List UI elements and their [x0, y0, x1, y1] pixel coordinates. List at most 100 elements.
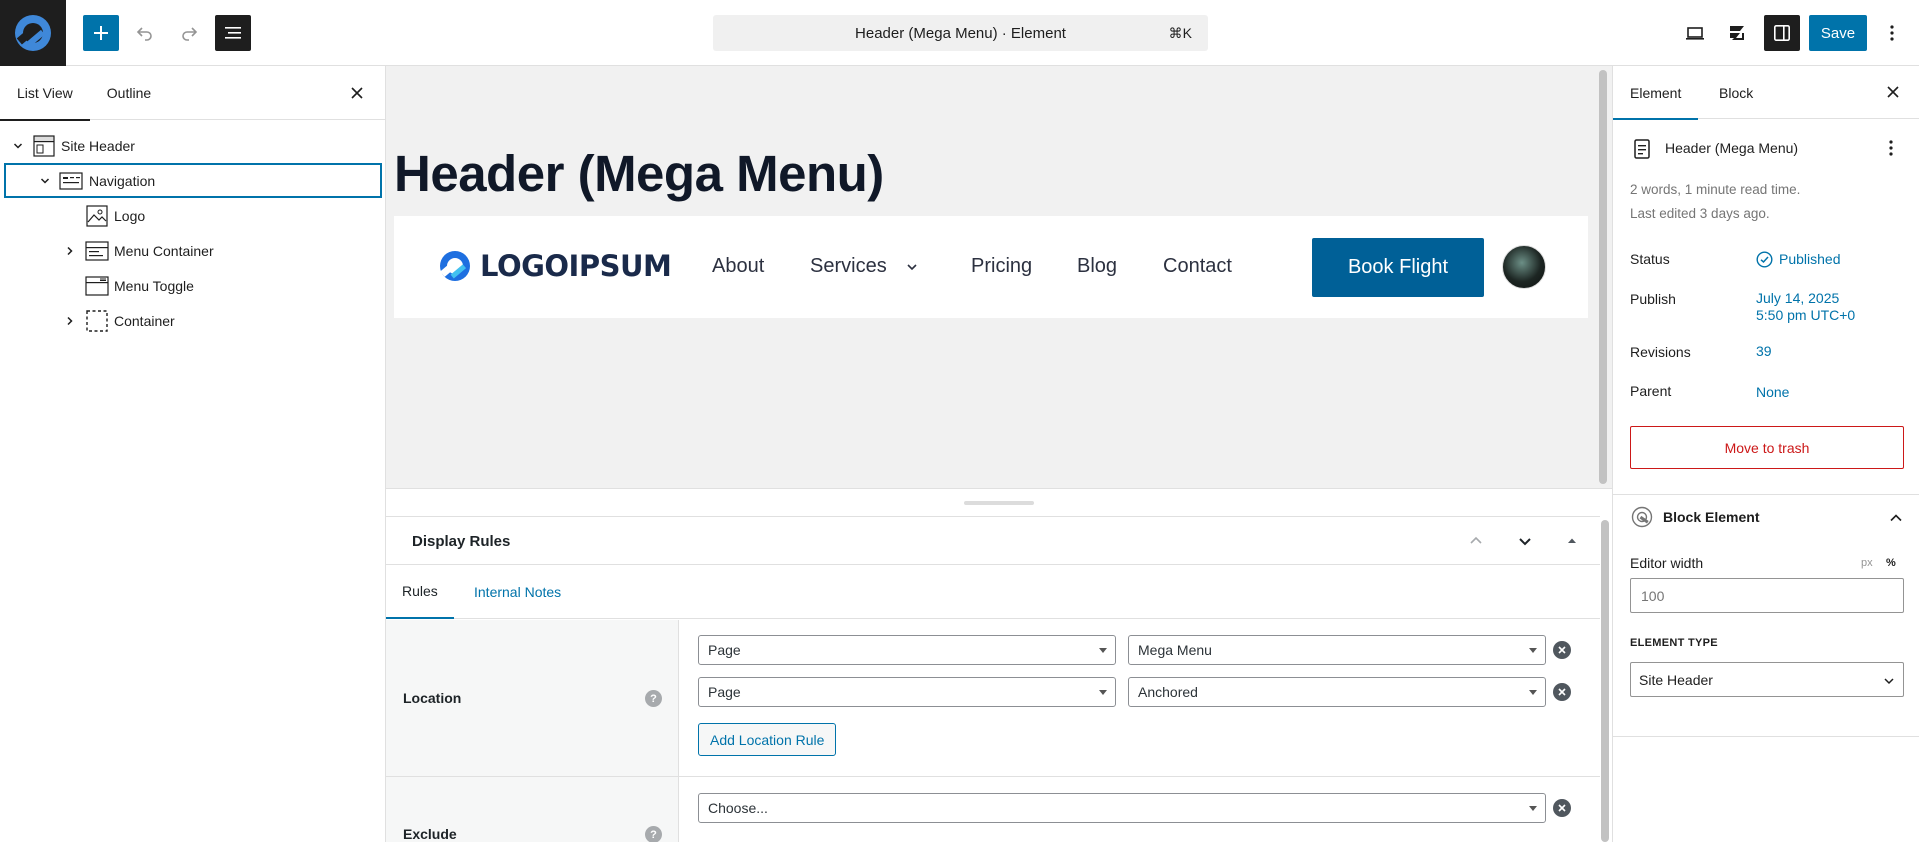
document-overview-button[interactable]	[215, 15, 251, 51]
select-value: Mega Menu	[1138, 642, 1212, 658]
help-icon[interactable]: ?	[645, 826, 662, 842]
exclude-label-cell: Exclude ?	[386, 777, 679, 842]
editor-width-input[interactable]: 100	[1630, 578, 1904, 613]
publish-label: Publish	[1630, 291, 1676, 307]
plus-icon	[94, 26, 108, 40]
reading-time: 2 words, 1 minute read time.	[1630, 182, 1801, 197]
tree-item-menu-toggle[interactable]: Menu Toggle	[0, 268, 385, 303]
resize-handle[interactable]	[964, 501, 1034, 505]
tree-item-logo[interactable]: Logo	[0, 198, 385, 233]
list-view-tabs: List View Outline	[0, 66, 385, 121]
tab-internal-notes[interactable]: Internal Notes	[474, 565, 561, 619]
tab-element[interactable]: Element	[1612, 66, 1699, 120]
published-check-icon	[1756, 251, 1773, 271]
caret-down-icon	[1529, 690, 1537, 695]
location-value-select-1[interactable]: Mega Menu	[1128, 635, 1546, 665]
close-circle-icon	[1558, 804, 1566, 812]
collapse-panel-button[interactable]	[1889, 511, 1903, 528]
unit-percent-button[interactable]: %	[1886, 557, 1896, 569]
move-to-trash-button[interactable]: Move to trash	[1630, 426, 1904, 469]
tab-rules[interactable]: Rules	[386, 565, 454, 619]
logo[interactable]: LOGOIPSUM	[438, 249, 672, 283]
remove-rule-button[interactable]	[1553, 683, 1571, 701]
location-type-select-1[interactable]: Page	[698, 635, 1116, 665]
tab-list-view[interactable]: List View	[0, 66, 90, 121]
select-value: Page	[708, 642, 741, 658]
unit-px-button[interactable]: px	[1861, 557, 1873, 569]
command-palette-button[interactable]: Header (Mega Menu) · Element ⌘K	[713, 15, 1208, 51]
generateblocks-icon	[1730, 26, 1744, 40]
save-button[interactable]: Save	[1809, 15, 1867, 51]
chevron-down-icon	[1519, 538, 1531, 546]
block-element-icon	[1631, 506, 1653, 531]
location-value-select-2[interactable]: Anchored	[1128, 677, 1546, 707]
command-shortcut: ⌘K	[1168, 24, 1192, 41]
site-logo-button[interactable]	[0, 0, 66, 66]
metabox-scrollbar[interactable]	[1601, 520, 1609, 842]
editor-canvas[interactable]: Header (Mega Menu) LOGOIPSUM About Servi…	[386, 66, 1612, 488]
tree-item-menu-container[interactable]: Menu Container	[0, 233, 385, 268]
close-icon	[351, 87, 363, 99]
tab-outline[interactable]: Outline	[90, 66, 168, 120]
close-list-view-button[interactable]	[347, 83, 367, 103]
page-title[interactable]: Header (Mega Menu)	[394, 144, 884, 203]
list-view-icon	[225, 27, 241, 39]
editor-width-label: Editor width	[1630, 555, 1704, 571]
remove-rule-button[interactable]	[1553, 641, 1571, 659]
add-location-rule-button[interactable]: Add Location Rule	[698, 723, 837, 756]
element-type-select[interactable]: Site Header	[1630, 662, 1904, 697]
nav-item-about[interactable]: About	[712, 255, 764, 278]
chevron-down-icon[interactable]	[11, 139, 25, 153]
exclude-select[interactable]: Choose...	[698, 793, 1546, 823]
container-block-icon	[85, 309, 109, 333]
location-type-select-2[interactable]: Page	[698, 677, 1116, 707]
move-up-button[interactable]	[1464, 529, 1488, 553]
site-header-preview[interactable]: LOGOIPSUM About Services Pricing Blog Co…	[394, 216, 1588, 318]
chevron-right-icon[interactable]	[63, 314, 77, 328]
tree-item-navigation[interactable]: Navigation	[4, 163, 382, 198]
publish-time-link[interactable]: 5:50 pm UTC+0	[1756, 307, 1855, 323]
options-menu-button[interactable]	[1877, 15, 1907, 51]
block-element-title: Block Element	[1663, 509, 1760, 525]
add-block-button[interactable]	[83, 15, 119, 51]
status-value-link[interactable]: Published	[1779, 251, 1841, 267]
document-icon	[1633, 139, 1651, 162]
publish-date-link[interactable]: July 14, 2025	[1756, 290, 1839, 306]
redo-button[interactable]	[171, 15, 207, 51]
generateblocks-button[interactable]	[1719, 15, 1755, 51]
close-circle-icon	[1558, 646, 1566, 654]
nav-item-services[interactable]: Services	[810, 255, 887, 278]
move-down-button[interactable]	[1513, 529, 1537, 553]
chevron-down-icon[interactable]	[906, 260, 918, 276]
top-toolbar: Header (Mega Menu) · Element ⌘K Save	[0, 0, 1919, 66]
canvas-scrollbar[interactable]	[1599, 70, 1607, 484]
chevron-up-icon	[1890, 514, 1902, 522]
nav-item-pricing[interactable]: Pricing	[971, 255, 1032, 278]
preview-button[interactable]	[1677, 15, 1713, 51]
toggle-panel-button[interactable]	[1560, 529, 1584, 553]
undo-button[interactable]	[127, 15, 163, 51]
chevron-up-icon	[1470, 536, 1482, 544]
tree-item-label: Site Header	[61, 137, 135, 154]
select-value: Site Header	[1639, 671, 1713, 688]
book-flight-button[interactable]: Book Flight	[1312, 238, 1484, 297]
chevron-right-icon[interactable]	[63, 244, 77, 258]
nav-item-contact[interactable]: Contact	[1163, 255, 1232, 278]
tab-block[interactable]: Block	[1719, 66, 1753, 119]
chevron-down-icon[interactable]	[38, 174, 52, 188]
tree-item-container[interactable]: Container	[0, 303, 385, 338]
close-sidebar-button[interactable]	[1883, 82, 1903, 102]
document-actions-button[interactable]	[1888, 139, 1894, 160]
help-icon[interactable]: ?	[645, 690, 662, 707]
tree-item-site-header[interactable]: Site Header	[0, 128, 385, 163]
caret-down-icon	[1099, 648, 1107, 653]
settings-toggle-button[interactable]	[1764, 15, 1800, 51]
tree-item-label: Navigation	[89, 172, 156, 189]
parent-link[interactable]: None	[1756, 384, 1789, 400]
avatar[interactable]	[1502, 245, 1546, 289]
remove-rule-button[interactable]	[1553, 799, 1571, 817]
revisions-link[interactable]: 39	[1756, 343, 1772, 359]
redo-icon	[182, 27, 198, 41]
nav-item-blog[interactable]: Blog	[1077, 255, 1117, 278]
navigation-block-icon	[59, 169, 83, 193]
